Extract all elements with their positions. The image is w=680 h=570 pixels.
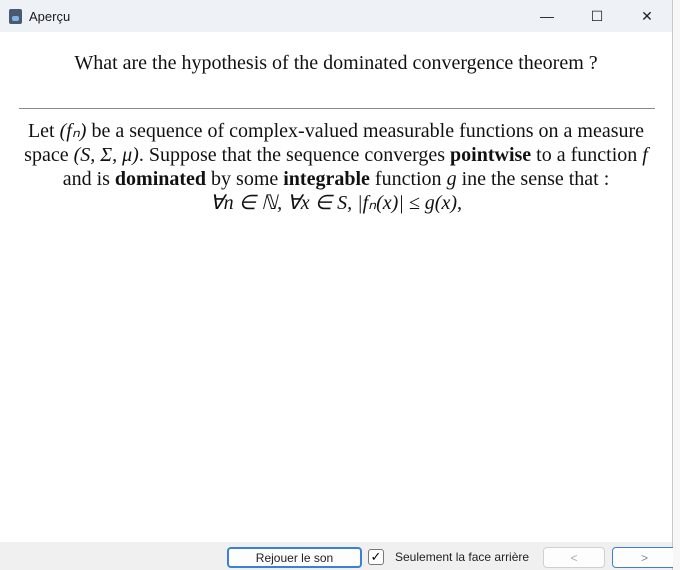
background-edge [673,0,680,570]
replay-audio-button[interactable]: Rejouer le son [227,547,362,568]
card-question: What are the hypothesis of the dominated… [74,52,598,74]
window-title: Aperçu [29,8,71,24]
preview-window: Aperçu — ☐ ✕ What are the hypothesis of … [0,0,677,570]
answer-text: and is [62,168,115,190]
close-button[interactable]: ✕ [622,0,672,32]
math-inline: g [446,168,457,190]
math-formula: ∀n ∈ ℕ, ∀x ∈ S, |fₙ(x)| ≤ g(x), [210,192,462,214]
answer-text: to a function [531,144,643,166]
card-answer: Let (fₙ) be a sequence of complex-valued… [20,119,652,215]
math-inline: (fₙ) [59,120,87,142]
answer-text: ine the sense that : [456,168,610,190]
back-only-checkbox[interactable]: ✓ [368,549,384,565]
bold-term: dominated [114,168,207,190]
bold-term: pointwise [450,144,532,166]
maximize-button[interactable]: ☐ [572,0,622,32]
next-button[interactable]: > [612,547,677,568]
math-inline: f [642,144,648,166]
previous-button[interactable]: < [543,547,605,568]
answer-divider [19,108,655,109]
title-bar: Aperçu — ☐ ✕ [0,0,672,32]
back-only-label: Seulement la face arrière [395,550,530,564]
card-view: What are the hypothesis of the dominated… [0,32,672,542]
answer-text: function [369,168,447,190]
answer-text: . Suppose that the sequence converges [138,144,451,166]
app-icon [9,8,22,24]
answer-text: by some [206,168,284,190]
bold-term: integrable [283,168,370,190]
footer-bar: Rejouer le son ✓ Seulement la face arriè… [0,542,677,570]
answer-text: Let [27,120,60,142]
math-inline: (S, Σ, μ) [73,144,139,166]
minimize-button[interactable]: — [522,0,572,32]
